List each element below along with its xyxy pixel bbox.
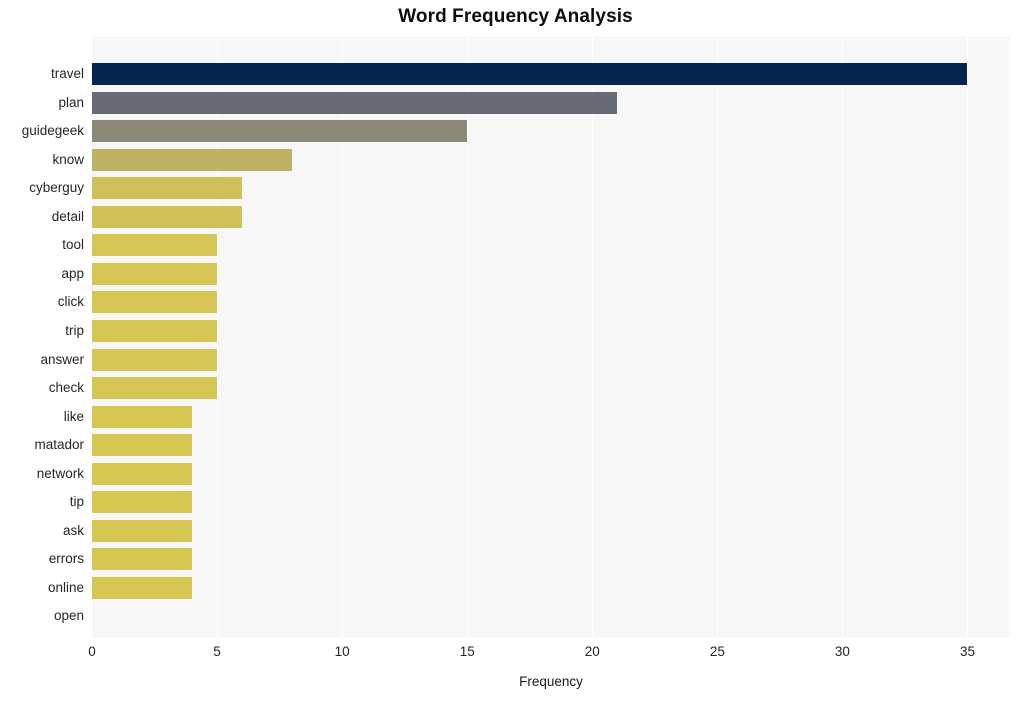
bar: [92, 148, 293, 171]
bar-fill: [92, 491, 193, 514]
bar-fill: [92, 462, 193, 485]
x-axis-tick-label: 0: [88, 644, 96, 659]
x-axis-tick-label: 35: [959, 644, 975, 659]
y-axis-tick-label: travel: [50, 66, 84, 81]
y-axis-tick-label: plan: [58, 94, 84, 110]
y-axis-tick-label: trip: [65, 322, 84, 338]
x-axis-tick-label: 20: [584, 644, 600, 659]
bar-fill: [92, 319, 218, 342]
y-axis-tick-label: open: [53, 608, 84, 624]
y-axis-tick-labels: travel plan guidegeek know cyberguy detail too…: [0, 36, 84, 638]
x-axis-tick-label: 10: [334, 644, 350, 659]
bar: [92, 177, 243, 200]
bar-fill: [92, 377, 218, 400]
bar: [92, 576, 193, 599]
plot-area: [92, 36, 1010, 638]
bar-fill: [92, 91, 618, 114]
bar-fill: [92, 405, 193, 428]
chart-title: Word Frequency Analysis: [398, 6, 633, 27]
bar: [92, 377, 218, 400]
bar: [92, 63, 968, 85]
bar: [92, 205, 243, 228]
bar-fill: [92, 262, 218, 285]
bar-fill: [92, 548, 193, 571]
bar: [92, 234, 218, 257]
bar-fill: [92, 205, 243, 228]
bar-fill: [92, 434, 193, 457]
bar-fill: [92, 120, 468, 143]
bar-fill: [92, 576, 193, 599]
x-axis-title: Frequency: [519, 674, 583, 689]
y-axis-tick-label: ask: [62, 522, 84, 538]
bar-fill: [92, 234, 218, 257]
bar: [92, 348, 218, 371]
bar-fill: [92, 63, 968, 85]
bar: [92, 434, 193, 457]
x-axis-tick-label: 15: [459, 644, 475, 659]
bar: [92, 319, 218, 342]
y-axis-tick-label: matador: [34, 437, 84, 453]
bar-fill: [92, 291, 218, 314]
y-axis-tick-label: online: [47, 579, 84, 595]
bar: [92, 120, 468, 143]
y-axis-tick-label: cyberguy: [29, 180, 84, 196]
y-axis-tick-label: tip: [69, 494, 84, 510]
bar-fill: [92, 148, 293, 171]
bar: [92, 462, 193, 485]
y-axis-tick-label: guidegeek: [21, 123, 84, 139]
bar-fill: [92, 177, 243, 200]
word-frequency-chart-figure: Word Frequency Analysis travel plan guideg…: [0, 0, 1031, 701]
y-axis-tick-label: answer: [40, 351, 84, 367]
bar: [92, 548, 193, 571]
y-axis-tick-label: like: [63, 408, 84, 424]
bars-group: [92, 36, 1010, 638]
y-axis-tick-label: click: [57, 294, 84, 310]
bar-fill: [92, 348, 218, 371]
x-axis-tick-labels: 0 5 10 15 20 25 30 35: [88, 644, 1010, 666]
y-axis-tick-label: check: [48, 380, 84, 396]
bar: [92, 405, 193, 428]
bar-fill: [92, 519, 193, 542]
x-axis-tick-label: 30: [834, 644, 850, 659]
bar: [92, 91, 618, 114]
y-axis-tick-label: tool: [62, 237, 84, 253]
bar: [92, 291, 218, 314]
y-axis-tick-label: network: [36, 465, 84, 481]
x-axis-tick-label: 25: [709, 644, 725, 659]
y-axis-tick-label: detail: [51, 208, 84, 224]
y-axis-tick-label: know: [52, 151, 84, 167]
y-axis-tick-label: errors: [48, 551, 84, 567]
bar: [92, 519, 193, 542]
bar: [92, 262, 218, 285]
x-axis-tick-label: 5: [213, 644, 221, 659]
y-axis-tick-label: app: [61, 265, 84, 281]
bar: [92, 491, 193, 514]
